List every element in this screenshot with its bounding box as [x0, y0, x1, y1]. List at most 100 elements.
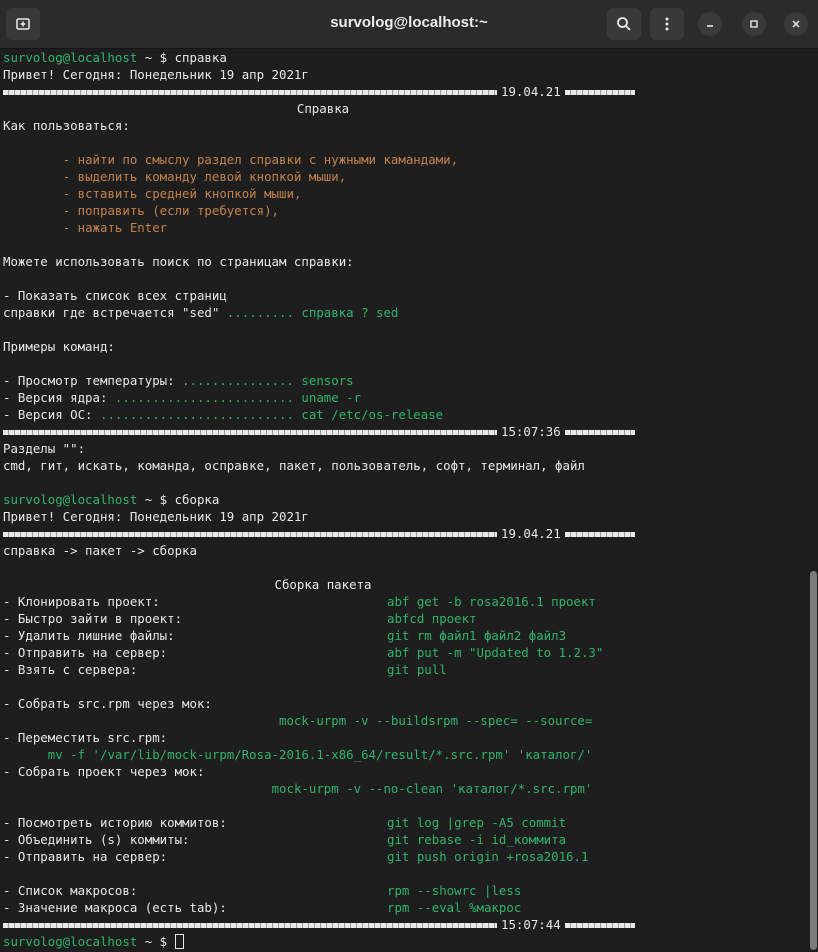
build-heading: Сборка пакета	[274, 577, 372, 592]
prompt-user-host: survolog@localhost	[3, 50, 138, 65]
greeting-line: Привет! Сегодня: Понедельник 19 апр 2021…	[3, 67, 309, 82]
breadcrumb: справка -> пакет -> сборка	[3, 543, 197, 558]
build-srpm-label: - Собрать src.rpm через мок:	[3, 696, 212, 711]
separator-bar-short	[564, 90, 635, 95]
how-to-step-text: - поправить (если требуется),	[62, 203, 280, 218]
command-row: - Список макросов: rpm --showrc |less	[3, 882, 806, 899]
how-to-heading: Как пользоваться:	[3, 118, 130, 133]
separator-time: 15:07:44	[501, 917, 561, 932]
close-button[interactable]	[784, 12, 808, 36]
move-command-line: mv -f '/var/lib/mock-urpm/Rosa-2016.1-x8…	[3, 746, 806, 763]
scrollbar[interactable]	[807, 49, 818, 952]
command-label: - Отправить на сервер:	[3, 849, 168, 864]
command-value: git rebase -i id_коммита	[387, 832, 567, 847]
separator-time: 15:07:36	[501, 424, 561, 439]
minimize-icon	[707, 25, 713, 27]
command-value: rpm --eval %макрос	[387, 900, 522, 915]
date-separator: 19.04.21	[3, 525, 806, 542]
separator-bar-short	[564, 923, 635, 928]
separator-bar-short	[564, 532, 635, 537]
where-dots: .........	[226, 305, 302, 320]
separator-date: 19.04.21	[501, 84, 561, 99]
separator-bar	[3, 430, 497, 435]
sections-list: cmd, гит, искать, команда, осправке, пак…	[3, 458, 585, 473]
command-row: - Значение макроса (есть tab): rpm --eval…	[3, 899, 806, 916]
how-to-step-text: - выделить команду левой кнопкой мыши,	[62, 169, 347, 184]
examples-heading: Примеры команд:	[3, 339, 115, 354]
command-value: rpm --showrc |less	[387, 883, 522, 898]
command-row: - Клонировать проект: abf get -b rosa2016…	[3, 593, 806, 610]
example-command: uname -r	[301, 390, 362, 405]
prompt-path: ~ $	[137, 934, 175, 949]
how-to-step: - выделить команду левой кнопкой мыши,	[3, 168, 806, 185]
command-label: - Список макросов:	[3, 883, 138, 898]
command-label: - Отправить на сервер:	[3, 645, 168, 660]
separator-bar-short	[564, 430, 635, 435]
menu-button[interactable]	[650, 8, 684, 40]
example-command: sensors	[301, 373, 354, 388]
prompt-line: survolog@localhost ~ $ справка	[3, 49, 806, 66]
prompt-user-host: survolog@localhost	[3, 934, 138, 949]
active-prompt-line[interactable]: survolog@localhost ~ $	[3, 933, 806, 950]
how-to-step: - найти по смыслу раздел справки с нужны…	[3, 151, 806, 168]
prompt-path: ~ $	[137, 50, 175, 65]
command-row: - Отправить на сервер: git push origin +r…	[3, 848, 806, 865]
example-row: - Просмотр температуры: ............... …	[3, 372, 806, 389]
minimize-button[interactable]	[698, 12, 722, 36]
time-separator: 15:07:44	[3, 916, 806, 933]
search-button[interactable]	[607, 8, 641, 40]
search-hint: Можете использовать поиск по страницам с…	[3, 254, 354, 269]
command-label: - Посмотреть историю коммитов:	[3, 815, 227, 830]
scrollbar-thumb[interactable]	[810, 571, 817, 950]
example-label: - Версия ОС:	[3, 407, 100, 422]
prompt-path: ~ $	[137, 492, 175, 507]
command-row: - Объединить (s) коммиты: git rebase -i i…	[3, 831, 806, 848]
separator-bar	[3, 90, 497, 95]
maximize-button[interactable]	[742, 12, 766, 36]
command-label: - Значение макроса (есть tab):	[3, 900, 227, 915]
build-command-line: mock-urpm -v --no-clean 'каталог/*.src.r…	[3, 780, 806, 797]
build-heading-line: Сборка пакета	[3, 576, 806, 593]
example-label: - Просмотр температуры:	[3, 373, 183, 388]
build-label: - Собрать проект через мок:	[3, 764, 205, 779]
build-srpm-command-line: mock-urpm -v --buildsrpm --spec= --sourc…	[3, 712, 806, 729]
example-command: cat /etc/os-release	[301, 407, 444, 422]
example-row: - Версия ядра: ........................ …	[3, 389, 806, 406]
prompt-line: survolog@localhost ~ $ сборка	[3, 491, 806, 508]
how-to-step-text: - вставить средней кнопкой мыши,	[62, 186, 302, 201]
how-to-step: - нажать Enter	[3, 219, 806, 236]
date-separator: 19.04.21	[3, 83, 806, 100]
command-value: abf put -m "Updated to 1.2.3"	[387, 645, 604, 660]
command-row: - Посмотреть историю коммитов: git log |g…	[3, 814, 806, 831]
command-label: - Быстро зайти в проект:	[3, 611, 183, 626]
build-command: mock-urpm -v --no-clean 'каталог/*.src.r…	[271, 781, 593, 796]
build-srpm-command: mock-urpm -v --buildsrpm --spec= --sourc…	[279, 713, 593, 728]
text-cursor	[174, 934, 184, 949]
command-value: git push origin +rosa2016.1	[387, 849, 589, 864]
command-text: справка	[174, 50, 227, 65]
terminal-window: survolog@localhost:~ survolog@localhost …	[0, 0, 818, 952]
move-command: mv -f '/var/lib/mock-urpm/Rosa-2016.1-x8…	[47, 747, 593, 762]
separator-bar	[3, 532, 497, 537]
separator-bar	[3, 923, 497, 928]
command-value: abf get -b rosa2016.1 проект	[387, 594, 596, 609]
command-label: - Объединить (s) коммиты:	[3, 832, 190, 847]
where-line: справки где встречается "sed" ......... …	[3, 304, 806, 321]
greeting-line: Привет! Сегодня: Понедельник 19 апр 2021…	[3, 509, 309, 524]
terminal-output[interactable]: survolog@localhost ~ $ справка Привет! С…	[0, 49, 806, 952]
how-to-step: - вставить средней кнопкой мыши,	[3, 185, 806, 202]
command-value: git log |grep -A5 commit	[387, 815, 567, 830]
move-label: - Переместить src.rpm:	[3, 730, 168, 745]
command-value: git rm файл1 файл2 файл3	[387, 628, 567, 643]
command-row: - Удалить лишние файлы: git rm файл1 файл…	[3, 627, 806, 644]
search-icon	[617, 17, 631, 31]
menu-icon	[665, 17, 669, 31]
where-label: справки где встречается "sed"	[3, 305, 227, 320]
command-row: - Быстро зайти в проект: abfcd проект	[3, 610, 806, 627]
example-dots: ...............	[182, 373, 302, 388]
example-dots: ........................	[114, 390, 302, 405]
